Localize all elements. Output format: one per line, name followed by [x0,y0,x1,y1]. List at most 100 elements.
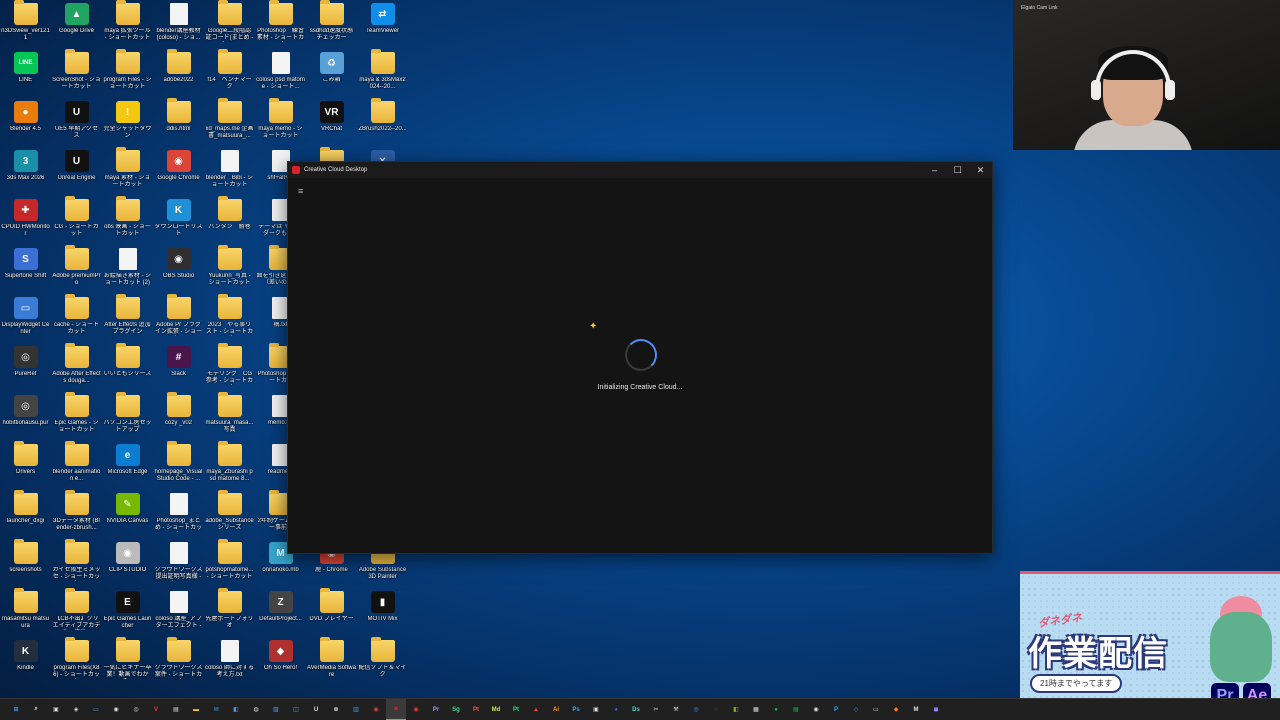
desktop-icon-item[interactable]: maya 拡張ツール - ショートカット [102,0,153,49]
desktop-icon-item[interactable]: homepage_Visual Studio Code - ... [153,441,204,490]
desktop-icon-item[interactable]: お絵描き素材 - ショートカット (2) [102,245,153,294]
taskbar-pt-alt-button[interactable]: Pt [506,699,526,720]
desktop-icon-item[interactable]: LINE LINE [0,49,51,98]
taskbar-ds-button[interactable]: Ds [626,699,646,720]
taskbar-flame-button[interactable]: ◆ [886,699,906,720]
taskbar-shield-button[interactable]: ◍ [246,699,266,720]
desktop-icon-item[interactable]: ● Blender 4.5 [0,98,51,147]
taskbar-desktop-button[interactable]: ▭ [86,699,106,720]
desktop-icon-item[interactable]: coloso psd matome - ショート... [255,49,306,98]
desktop-icon-item[interactable]: 【CB不出】クリエイティブアカデミー協出... [51,588,102,637]
desktop-icon-item[interactable]: U Unreal Engine [51,147,102,196]
desktop-icon-item[interactable]: ! 完全シャットダウン [102,98,153,147]
desktop-icon-item[interactable]: # Slack [153,343,204,392]
taskbar-capcut-button[interactable]: ✂ [646,699,666,720]
desktop-icon-item[interactable]: パソコン工房セットアップ [102,392,153,441]
desktop-icon-item[interactable]: Adobe Pr プラグイン拡張 - ショート... [153,294,204,343]
taskbar-zoom-button[interactable]: ◉ [806,699,826,720]
taskbar-mail-button[interactable]: ✉ [206,699,226,720]
taskbar-vscode-button[interactable]: ◇ [846,699,866,720]
desktop-icon-item[interactable]: ssdhdd速度状態チェッカー [306,0,357,49]
desktop-icon-item[interactable]: 3 3ds Max 2026 [0,147,51,196]
taskbar-vivaldi-button[interactable]: V [146,699,166,720]
desktop-icon-item[interactable]: ◎ PureRef [0,343,51,392]
desktop-icon-item[interactable]: E Epic Games Launcher [102,588,153,637]
desktop-icon-item[interactable]: coloso 師に対する考え方.txt [204,637,255,686]
desktop-icon-item[interactable]: program Files - ショートカット [102,49,153,98]
desktop-icon-item[interactable]: ◉ Google Chrome [153,147,204,196]
taskbar-gallery-button[interactable]: ▦ [746,699,766,720]
desktop-icon-item[interactable]: ◆ Oh So Hero! [255,637,306,686]
desktop-icon-item[interactable]: obs 映画 - ショートカット [102,196,153,245]
desktop-icon-item[interactable]: launcher_dxgi [0,490,51,539]
desktop-icon-item[interactable]: After Effects 追加プラグイン [102,294,153,343]
desktop-icon-item[interactable]: coloso 講座_アフターエフェクト - ショ... [153,588,204,637]
desktop-icon-item[interactable]: カイゼ阪生ミメッセ - ショートカット [51,539,102,588]
desktop-icon-item[interactable]: Drivers [0,441,51,490]
taskbar-widgets-button[interactable]: ◈ [66,699,86,720]
desktop-icon-item[interactable]: ZBrush2022--20... [357,98,408,147]
taskbar-search-button[interactable]: ⌕ [26,699,46,720]
desktop-icon-item[interactable]: ▲ Google Drive [51,0,102,49]
desktop-icon-item[interactable]: masamitsu matsuura [0,588,51,637]
taskbar-creative-cloud-button[interactable]: ◙ [386,698,406,720]
desktop-icon-item[interactable]: AVerMedia Software [306,637,357,686]
taskbar-sheets-button[interactable]: ▤ [786,699,806,720]
taskbar-task-view-button[interactable]: ▣ [46,699,66,720]
desktop-icon-item[interactable]: クラウドワークス提出証明写真様 - ショ... [153,539,204,588]
desktop-icon-item[interactable]: ◉ OBS Studio [153,245,204,294]
taskbar-gradient-button[interactable]: ◼ [926,699,946,720]
taskbar-start-button[interactable]: ⊞ [6,699,26,720]
desktop-icon-item[interactable]: ▭ DisplayWidget Center [0,294,51,343]
desktop-icon-item[interactable]: program Files(X86) - ショートカット [51,637,102,686]
taskbar-ps-alt-button[interactable]: P [826,699,846,720]
taskbar-photoshop-button[interactable]: Ps [566,699,586,720]
taskbar-monitor-button[interactable]: ▭ [866,699,886,720]
taskbar-browser-button[interactable]: ◎ [686,699,706,720]
desktop-icon-item[interactable]: いいともシリーズ [102,343,153,392]
taskbar-chrome-button[interactable]: ◉ [366,699,386,720]
taskbar-chrome-alt-button[interactable]: ◉ [406,699,426,720]
desktop-icon-item[interactable]: モデリング CG参考 - ショートカット [204,343,255,392]
desktop-icon-item[interactable]: e Microsoft Edge [102,441,153,490]
taskbar-spotify-button[interactable]: ● [766,699,786,720]
desktop-icon-item[interactable]: Yuukunn_写真 - ショートカット [204,245,255,294]
desktop-icon-item[interactable]: maya memo - ショートカット [255,98,306,147]
taskbar-teams-button[interactable]: ▥ [346,699,366,720]
taskbar-dn-button[interactable]: ▣ [586,699,606,720]
desktop-icon-item[interactable]: potshopmatome... - ショートカット [204,539,255,588]
desktop-icon-item[interactable]: バンタン 勝巻 [204,196,255,245]
hamburger-menu-button[interactable]: ≡ [298,186,303,196]
taskbar-premiere-button[interactable]: Pr [426,699,446,720]
desktop-icon-item[interactable]: Adobe After Effects dougа... [51,343,102,392]
desktop-icon-item[interactable]: U UE5 早期アクセス [51,98,102,147]
desktop-icon-item[interactable]: 3Dデータ素材 (Blender-zbrush... [51,490,102,539]
taskbar-pt-button[interactable]: Pt [466,699,486,720]
taskbar-adobe-button[interactable]: ▲ [526,699,546,720]
desktop-icon-item[interactable]: maya & 3dsMax2024--20... [357,49,408,98]
creative-cloud-window[interactable]: Creative Cloud Desktop – ☐ ✕ ≡ ✦ Initial… [287,161,993,554]
desktop-icon-item[interactable]: ♻ ごみ箱 [306,49,357,98]
desktop-icon-item[interactable]: K ダウンロードリスト [153,196,204,245]
close-button[interactable]: ✕ [969,162,992,178]
maximize-button[interactable]: ☐ [946,162,969,178]
minimize-button[interactable]: – [923,162,946,178]
taskbar-store-button[interactable]: ◧ [226,699,246,720]
desktop-icon-item[interactable]: クラウドワークス 案件 - ショートカット [153,637,204,686]
taskbar-unreal-button[interactable]: U [306,699,326,720]
desktop-icon-item[interactable]: n3DSview_ver1211 [0,0,51,49]
desktop-icon-item[interactable]: CG - ショートカット [51,196,102,245]
desktop-icon-item[interactable]: Photoshop 練習素材 - ショートカット [255,0,306,49]
desktop-icon-item[interactable]: blender aanimation e... [51,441,102,490]
desktop-icon-item[interactable]: ▮ MOTIV Mix [357,588,408,637]
desktop-icon-item[interactable]: 先屋ポートフォリオ [204,588,255,637]
taskbar-steam-button[interactable]: ◎ [126,699,146,720]
desktop-icon-item[interactable]: S Supertone Shift [0,245,51,294]
desktop-icon-item[interactable]: 配信ソフト＆マイク [357,637,408,686]
taskbar-m-button[interactable]: M [906,699,926,720]
desktop-icon-item[interactable]: adobe2022 [153,49,204,98]
taskbar-explorer-button[interactable]: ▬ [186,699,206,720]
desktop-icon-item[interactable]: ScreenShot - ショートカット [51,49,102,98]
desktop-icon-item[interactable]: ◎ hobittiohausu.pur [0,392,51,441]
desktop-icon-item[interactable]: f14 ベンチマーク [204,49,255,98]
